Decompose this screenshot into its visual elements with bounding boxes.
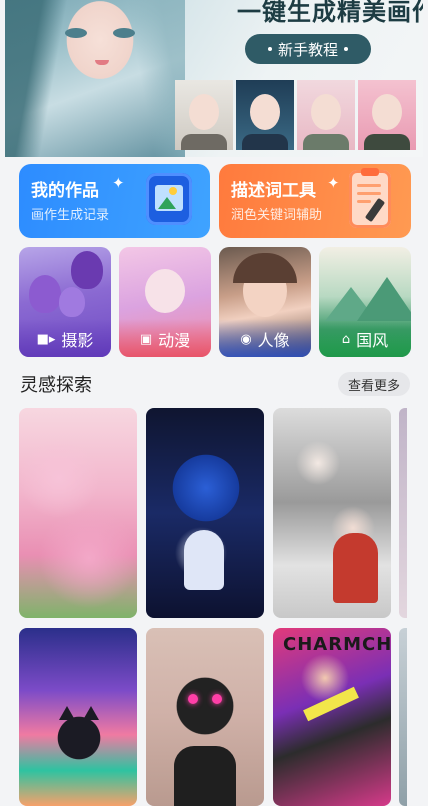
poster-text: CHARMCH: [283, 634, 391, 655]
prompt-tool-subtitle: 润色关键词辅助: [231, 208, 323, 223]
tutorial-button[interactable]: 新手教程: [245, 34, 371, 64]
portrait-thumb: [175, 80, 233, 150]
dot-icon: [267, 47, 272, 51]
clipboard-pencil-icon: [349, 168, 391, 228]
sparkle-icon: ✦: [327, 174, 340, 192]
category-anime[interactable]: ▣ 动漫: [119, 247, 211, 357]
portrait-thumb: [236, 80, 294, 150]
tutorial-button-label: 新手教程: [277, 40, 338, 59]
my-works-card[interactable]: 我的作品 ✦ 画作生成记录: [19, 164, 210, 238]
gallery-image[interactable]: [146, 628, 264, 806]
sample-portraits: [175, 80, 416, 150]
gallery-image-peek[interactable]: [399, 408, 407, 618]
gallery-icon: [146, 173, 192, 225]
hero-title: 一键生成精美画作: [237, 0, 423, 26]
prompt-tool-title: 描述词工具: [231, 181, 316, 201]
section-title: 灵感探索: [20, 375, 92, 396]
category-portrait[interactable]: ◉ 人像: [219, 247, 311, 357]
category-label: 人像: [257, 331, 290, 350]
portrait-thumb: [297, 80, 355, 150]
my-works-subtitle: 画作生成记录: [31, 208, 110, 223]
dot-icon: [344, 47, 348, 51]
category-label: 动漫: [158, 331, 191, 350]
hero-character-art: [5, 0, 185, 157]
pavilion-icon: ⌂: [341, 331, 351, 347]
see-more-button[interactable]: 查看更多: [338, 372, 410, 396]
category-label: 摄影: [61, 331, 94, 350]
gallery-image[interactable]: [146, 408, 264, 618]
category-photography[interactable]: ■▸ 摄影: [19, 247, 111, 357]
image-icon: ▣: [139, 331, 153, 347]
gallery-image[interactable]: [19, 408, 137, 618]
gallery-image-peek[interactable]: [399, 628, 407, 806]
gallery-image[interactable]: [19, 628, 137, 806]
portrait-thumb: [358, 80, 416, 150]
gallery-image[interactable]: CHARMCH: [273, 628, 391, 806]
video-camera-icon: ■▸: [36, 331, 56, 347]
prompt-tool-card[interactable]: 描述词工具 ✦ 润色关键词辅助: [219, 164, 411, 238]
hero-banner[interactable]: 一键生成精美画作 新手教程: [5, 0, 423, 157]
gallery-image[interactable]: [273, 408, 391, 618]
my-works-title: 我的作品: [31, 181, 99, 201]
portrait-icon: ◉: [240, 331, 252, 347]
category-chinese-style[interactable]: ⌂ 国风: [319, 247, 411, 357]
sparkle-icon: ✦: [112, 174, 125, 192]
category-label: 国风: [356, 331, 389, 350]
